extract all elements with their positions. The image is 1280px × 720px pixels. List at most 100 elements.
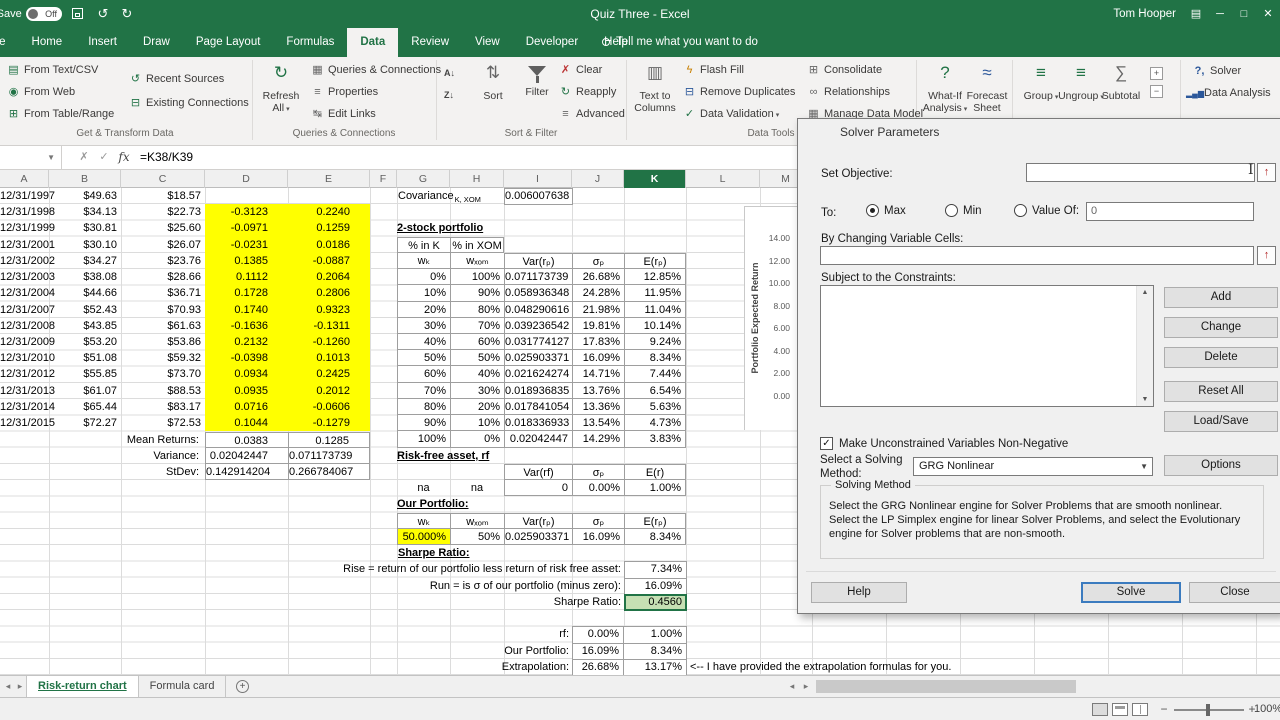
edit-links-button[interactable]: ↹ Edit Links (310, 104, 376, 125)
cell-er[interactable]: 6.54% (624, 382, 686, 399)
cell-our-er[interactable]: 8.34% (624, 528, 686, 546)
page-layout-view-button[interactable] (1112, 703, 1128, 716)
wxom-header[interactable]: wₓₒₘ (450, 512, 504, 529)
cell-xom-price[interactable]: $23.76 (121, 253, 205, 269)
pct-in-xom-header[interactable]: % in XOM (450, 236, 504, 253)
cell-var[interactable]: 0.021624274 (504, 366, 572, 383)
cell-wxom[interactable]: 30% (450, 382, 504, 399)
autosave-toggle[interactable]: Off (26, 7, 62, 21)
consolidate-button[interactable]: ⊞ Consolidate (806, 60, 882, 81)
cell-er[interactable]: 11.04% (624, 301, 686, 318)
cell-k-return[interactable]: 0.0934 (205, 366, 288, 383)
load-save-button[interactable]: Load/Save (1164, 411, 1278, 432)
column-header[interactable]: L (686, 170, 760, 188)
properties-button[interactable]: ≡ Properties (310, 82, 378, 103)
cell-var-k[interactable]: 0.02042447 (205, 447, 288, 464)
scroll-up-icon[interactable]: ▲ (1137, 289, 1153, 296)
cell-var-xom[interactable]: 0.071173739 (288, 447, 370, 464)
sort-button[interactable]: ⇅ Sort (470, 59, 516, 102)
cell-extrap-sigma[interactable]: 26.68% (572, 658, 624, 676)
solving-method-dropdown[interactable]: GRG Nonlinear ▼ (913, 457, 1153, 476)
from-web-button[interactable]: ◉ From Web (6, 82, 75, 103)
cell-xom-price[interactable]: $25.60 (121, 220, 205, 236)
recent-sources-button[interactable]: ↺ Recent Sources (128, 69, 224, 90)
cell-wxom[interactable]: 40% (450, 366, 504, 383)
column-header[interactable]: J (572, 170, 624, 188)
cell-sigma[interactable]: 26.68% (572, 269, 624, 286)
delete-button[interactable]: Delete (1164, 347, 1278, 368)
scroll-down-icon[interactable]: ▼ (1137, 396, 1153, 403)
cell-date[interactable]: 12/31/2010 (0, 350, 55, 366)
from-table-range-button[interactable]: ⊞ From Table/Range (6, 104, 114, 125)
cell-date[interactable]: 12/31/2012 (0, 366, 55, 382)
ribbon-tab[interactable]: Data (347, 28, 399, 57)
extrapolation-row-label[interactable]: Extrapolation: (340, 659, 569, 675)
cell-xom-price[interactable]: $22.73 (121, 204, 205, 220)
objective-input[interactable] (1026, 163, 1255, 182)
data-validation-button[interactable]: ✓ Data Validation ▾ (682, 104, 779, 125)
cell-k-price[interactable]: $30.81 (49, 220, 121, 236)
wxom-header[interactable]: wₓₒₘ (450, 252, 504, 270)
ribbon-display-options-icon[interactable]: ▤ (1184, 0, 1208, 28)
close-icon[interactable]: ✕ (1256, 0, 1280, 28)
cell-xom-return[interactable]: -0.0887 (288, 252, 370, 270)
sort-descending-button[interactable]: Z↓ (444, 85, 454, 106)
cell-var[interactable]: 0.071173739 (504, 269, 572, 286)
forecast-sheet-button[interactable]: ≈ Forecast Sheet (964, 59, 1010, 114)
cell-k-price[interactable]: $30.10 (49, 237, 121, 253)
portfolio-title[interactable]: 2-stock portfolio (397, 220, 686, 236)
text-to-columns-button[interactable]: ▥ Text to Columns (632, 59, 678, 114)
maximize-icon[interactable]: □ (1232, 0, 1256, 28)
cell-date[interactable]: 12/31/2013 (0, 383, 55, 399)
cell-er[interactable]: 11.95% (624, 285, 686, 302)
column-header[interactable]: H (450, 170, 504, 188)
cell-sigma[interactable]: 19.81% (572, 317, 624, 334)
cell-wxom[interactable]: 0% (450, 431, 504, 448)
cell-xom-price[interactable]: $70.93 (121, 302, 205, 318)
name-box-dropdown-icon[interactable]: ▼ (47, 146, 55, 169)
cell-sharpe-run[interactable]: 16.09% (624, 577, 687, 595)
changing-cells-input[interactable] (820, 246, 1254, 265)
non-negative-checkbox[interactable]: ✓ (820, 437, 833, 450)
cell-sigma[interactable]: 14.29% (572, 431, 624, 448)
reapply-button[interactable]: ↻ Reapply (558, 82, 616, 103)
cell-xom-return[interactable]: 0.2012 (288, 382, 370, 399)
cell-rf-sigma-extrap[interactable]: 0.00% (572, 626, 624, 644)
listbox-scrollbar[interactable]: ▲ ▼ (1136, 286, 1153, 406)
zoom-slider-thumb[interactable] (1206, 704, 1210, 716)
cell-wxom[interactable]: 80% (450, 301, 504, 318)
cell-k-price[interactable]: $51.08 (49, 350, 121, 366)
cell-sigma[interactable]: 13.54% (572, 415, 624, 432)
zoom-level[interactable]: 100% (1254, 698, 1280, 720)
our-portfolio-row-label[interactable]: Our Portfolio: (340, 643, 569, 659)
cell-k-price[interactable]: $53.20 (49, 334, 121, 350)
enter-icon[interactable]: ✓ (94, 146, 114, 169)
rf-row-label[interactable]: rf: (340, 626, 569, 642)
column-header[interactable]: K (624, 170, 686, 188)
wk-header[interactable]: wₖ (397, 252, 450, 270)
cell-sigma[interactable]: 21.98% (572, 301, 624, 318)
cell-k-return[interactable]: -0.3123 (205, 204, 288, 221)
name-box[interactable]: ▼ (0, 146, 62, 169)
cell-xom-return[interactable] (288, 188, 370, 204)
cell-date[interactable]: 12/31/2001 (0, 237, 55, 253)
cell-date[interactable]: 12/31/2009 (0, 334, 55, 350)
minimize-icon[interactable]: ─ (1208, 0, 1232, 28)
embedded-chart[interactable]: Portfolio Expected Return 14.00 12.00 10.0… (744, 206, 797, 430)
cell-date[interactable]: 12/31/2014 (0, 399, 55, 415)
column-header[interactable]: C (121, 170, 205, 188)
clear-button[interactable]: ✗ Clear (558, 60, 602, 81)
cell-xom-price[interactable]: $73.70 (121, 366, 205, 382)
normal-view-button[interactable] (1092, 703, 1108, 716)
sharpe-rise-label[interactable]: Rise = return of our portfolio less retu… (140, 561, 621, 577)
cell-sigma[interactable]: 17.83% (572, 334, 624, 351)
cell-k-return[interactable] (205, 188, 288, 204)
objective-range-selector-button[interactable]: ↑ (1257, 163, 1276, 182)
column-header[interactable]: F (370, 170, 397, 188)
cell-xom-return[interactable]: 0.0186 (288, 236, 370, 253)
cell-k-return[interactable]: -0.0231 (205, 236, 288, 253)
advanced-button[interactable]: ≡ Advanced (558, 104, 625, 125)
cell-date[interactable]: 12/31/1997 (0, 188, 55, 204)
wk-header[interactable]: wₖ (397, 512, 450, 529)
prev-sheet-icon[interactable]: ◂ (2, 676, 14, 697)
